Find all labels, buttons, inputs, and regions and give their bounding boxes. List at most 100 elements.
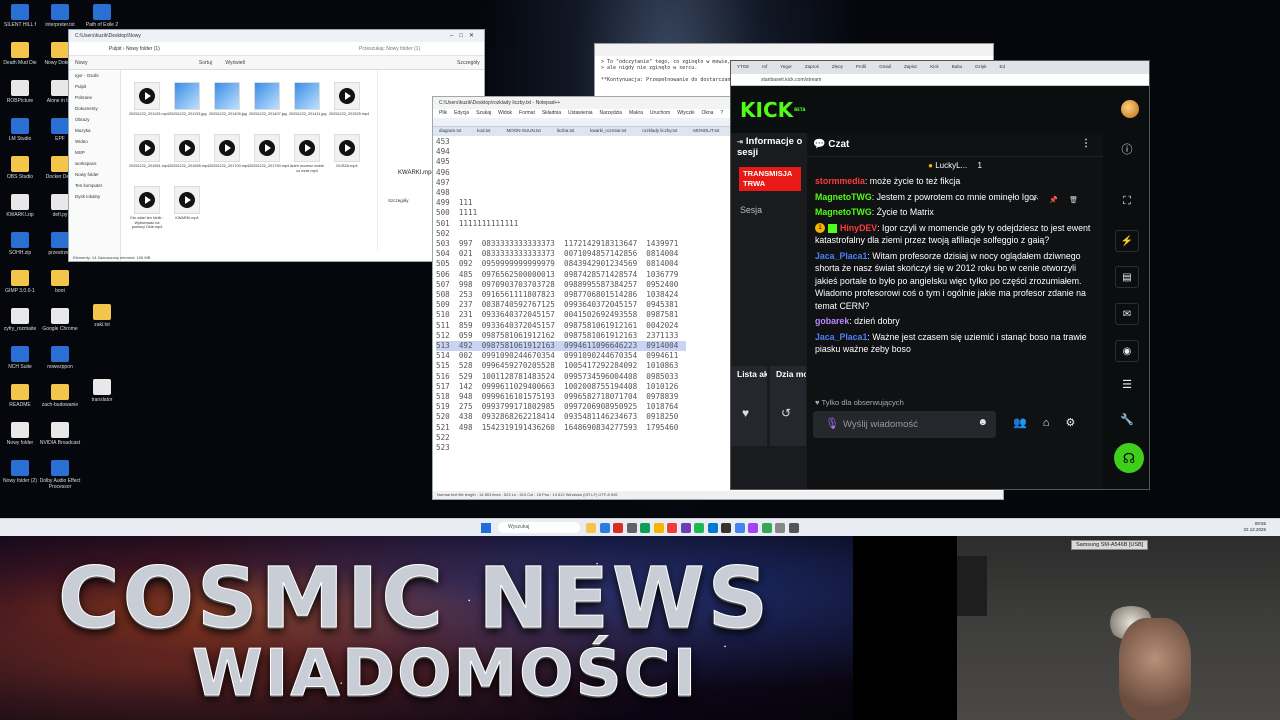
broadcast-icon[interactable]: ◉: [1115, 340, 1139, 362]
browser-tab[interactable]: Bubo: [952, 64, 963, 69]
desktop-icon[interactable]: Nowy folder (2): [0, 460, 42, 484]
menu-item[interactable]: Uruchom: [650, 110, 670, 116]
browser-tab[interactable]: Zapisz: [904, 64, 917, 69]
file-item[interactable]: 20251222_201405.jpg: [209, 82, 247, 128]
desktop-icon[interactable]: NVIDIA Broadcast: [38, 422, 82, 446]
file-item[interactable]: 20251222_201700.mp4: [209, 134, 249, 180]
desktop-icon[interactable]: ROBPicture: [0, 80, 42, 104]
taskbar-app-icon[interactable]: [586, 523, 596, 533]
taskbar-app-icon[interactable]: [721, 523, 731, 533]
view-button[interactable]: Wyświetl: [225, 60, 245, 66]
browser-tab[interactable]: YTGE: [737, 64, 749, 69]
file-item[interactable]: 20251222_201125.mp4: [129, 82, 169, 128]
menu-item[interactable]: Wtyczki: [677, 110, 694, 116]
chat-username[interactable]: Jaca_Placa1: [815, 251, 867, 261]
mic-icon[interactable]: 🎙: [825, 417, 839, 430]
browser-tab[interactable]: Zaproś: [805, 64, 819, 69]
browser-tab[interactable]: Yegor: [780, 64, 792, 69]
browser-tab[interactable]: Kick: [930, 64, 939, 69]
taskbar-app-icon[interactable]: [788, 523, 799, 533]
file-item[interactable]: Kto widzi ten Nelik - Wyborować na pomoc…: [129, 186, 165, 232]
notepad-tab[interactable]: kod.txt: [477, 128, 490, 133]
notepad-tab[interactable]: diagram.txt: [439, 128, 461, 133]
desktop-icon[interactable]: Death Mud Die: [0, 42, 42, 66]
layout-icon[interactable]: ☰: [1115, 378, 1139, 391]
notepad-tab[interactable]: MONOLIT.txt: [693, 128, 719, 133]
sidebar-item[interactable]: workspace: [69, 158, 120, 169]
url-bar[interactable]: stanbaseit.kick.com/stream: [731, 74, 1149, 86]
file-item[interactable]: 20251222_201651.mp4: [129, 134, 169, 180]
wrench-icon[interactable]: 🔧: [1115, 413, 1139, 426]
emoji-icon[interactable]: ☻: [977, 417, 988, 428]
browser-tab[interactable]: Inf: [762, 64, 767, 69]
chat-username[interactable]: gobarek: [815, 316, 849, 326]
desktop-icon[interactable]: Google Chrome: [38, 308, 82, 332]
taskbar-search[interactable]: Wyszukaj: [498, 522, 580, 533]
sidebar-item[interactable]: Dokumenty: [69, 103, 120, 114]
file-explorer-window[interactable]: C:\Users\kuzik\Desktop\Nowy –□✕ Pulpit ›…: [68, 29, 485, 262]
menu-item[interactable]: Widok: [498, 110, 512, 116]
sidebar-item[interactable]: Igor - Osobi: [69, 70, 120, 81]
file-item[interactable]: 20251222_201750.mp4: [249, 134, 289, 180]
clock[interactable]: 09:55 22.12.2025: [1243, 521, 1266, 533]
browser-tab[interactable]: Dzięk: [975, 64, 986, 69]
chat-message[interactable]: Jaca_Placa1: Ważne jest czasem się uziem…: [815, 331, 1095, 356]
chat-username[interactable]: HinyDEV: [840, 223, 877, 233]
users-icon[interactable]: 👥: [1013, 417, 1027, 429]
sidebar-item[interactable]: Muzyka: [69, 125, 120, 136]
file-item[interactable]: 20251222_201525.mp4: [329, 82, 369, 128]
desktop-icon[interactable]: NCH Suite: [0, 346, 42, 370]
notepad-tab[interactable]: liczba.txt: [557, 128, 575, 133]
file-item[interactable]: KWARKI.mp4: [169, 186, 205, 232]
search-input[interactable]: Przeszukaj: Nowy folder (1): [359, 46, 420, 52]
desktop-icon[interactable]: zakl.txt: [80, 304, 124, 328]
pin-icon[interactable]: 📌: [1049, 197, 1069, 204]
desktop-icon[interactable]: nowezppon: [38, 346, 82, 370]
taskbar-app-icon[interactable]: [761, 523, 772, 533]
session-item[interactable]: Sesja: [740, 205, 762, 215]
sidebar-item[interactable]: Dysk lokalny: [69, 191, 120, 202]
sidebar-item[interactable]: Nowy folder: [69, 169, 120, 180]
taskbar-app-icon[interactable]: [613, 523, 623, 533]
menu-item[interactable]: Edycja: [454, 110, 469, 116]
menu-item[interactable]: Plik: [439, 110, 447, 116]
notepad-tab[interactable]: kwarki_rozmiar.txt: [590, 128, 626, 133]
taskbar-app-icon[interactable]: [707, 523, 718, 533]
desktop-icon[interactable]: Nowy folder: [0, 422, 42, 446]
start-icon[interactable]: [481, 523, 491, 533]
desktop-icon[interactable]: SILENT HILL f: [0, 4, 42, 28]
pinned-gift-bar[interactable]: ● LuckyL... 1: [807, 157, 1103, 173]
desktop-icon[interactable]: README: [0, 384, 42, 408]
taskbar-app-icon[interactable]: [667, 523, 677, 533]
clipboard-icon[interactable]: ▤: [1115, 266, 1139, 288]
fullscreen-icon[interactable]: ⛶: [1115, 195, 1139, 208]
shop-icon[interactable]: ⌂: [1043, 417, 1050, 429]
sidebar-item[interactable]: Ten komputer: [69, 180, 120, 191]
notepad-tab[interactable]: MOON-SUUN.txt: [507, 128, 541, 133]
desktop-icon[interactable]: cyfry_rozmaite: [0, 308, 42, 332]
sort-button[interactable]: Sortuj: [199, 60, 212, 66]
taskbar-app-icon[interactable]: [640, 523, 650, 533]
chat-username[interactable]: MagnetoTWG: [815, 192, 872, 202]
avatar[interactable]: [1121, 100, 1139, 118]
address-bar[interactable]: Pulpit › Nowy folder (1) Przeszukaj: Now…: [69, 42, 484, 56]
taskbar-app-icon[interactable]: [775, 523, 785, 533]
more-options-icon[interactable]: ⋮: [1081, 138, 1091, 149]
taskbar-app-icon[interactable]: [734, 523, 745, 533]
menu-item[interactable]: Szukaj: [476, 110, 491, 116]
collapse-arrow-icon[interactable]: ⇥: [737, 139, 743, 146]
file-item[interactable]: 20251222_201407.jpg: [249, 82, 287, 128]
menu-item[interactable]: Makra: [629, 110, 643, 116]
taskbar-app-icon[interactable]: [748, 523, 758, 533]
chat-message[interactable]: Jaca_Placa1: Witam profesorze dzisiaj w …: [815, 250, 1095, 313]
browser-tab[interactable]: Ed: [1000, 64, 1006, 69]
chat-message[interactable]: MagnetoTWG: Jestem z powrotem co mnie om…: [815, 191, 1095, 204]
menu-item[interactable]: Składnia: [542, 110, 561, 116]
menu-item[interactable]: Ustawienia: [568, 110, 592, 116]
file-item[interactable]: 20251222_201411.jpg: [289, 82, 327, 128]
file-item[interactable]: 20251222_201655.mp4: [169, 134, 209, 180]
menu-item[interactable]: Okna: [701, 110, 713, 116]
lightning-icon[interactable]: ⚡: [1115, 230, 1139, 252]
desktop-icon[interactable]: KWARKI.zip: [0, 194, 42, 218]
desktop-icon[interactable]: SOHH.zip: [0, 232, 42, 256]
